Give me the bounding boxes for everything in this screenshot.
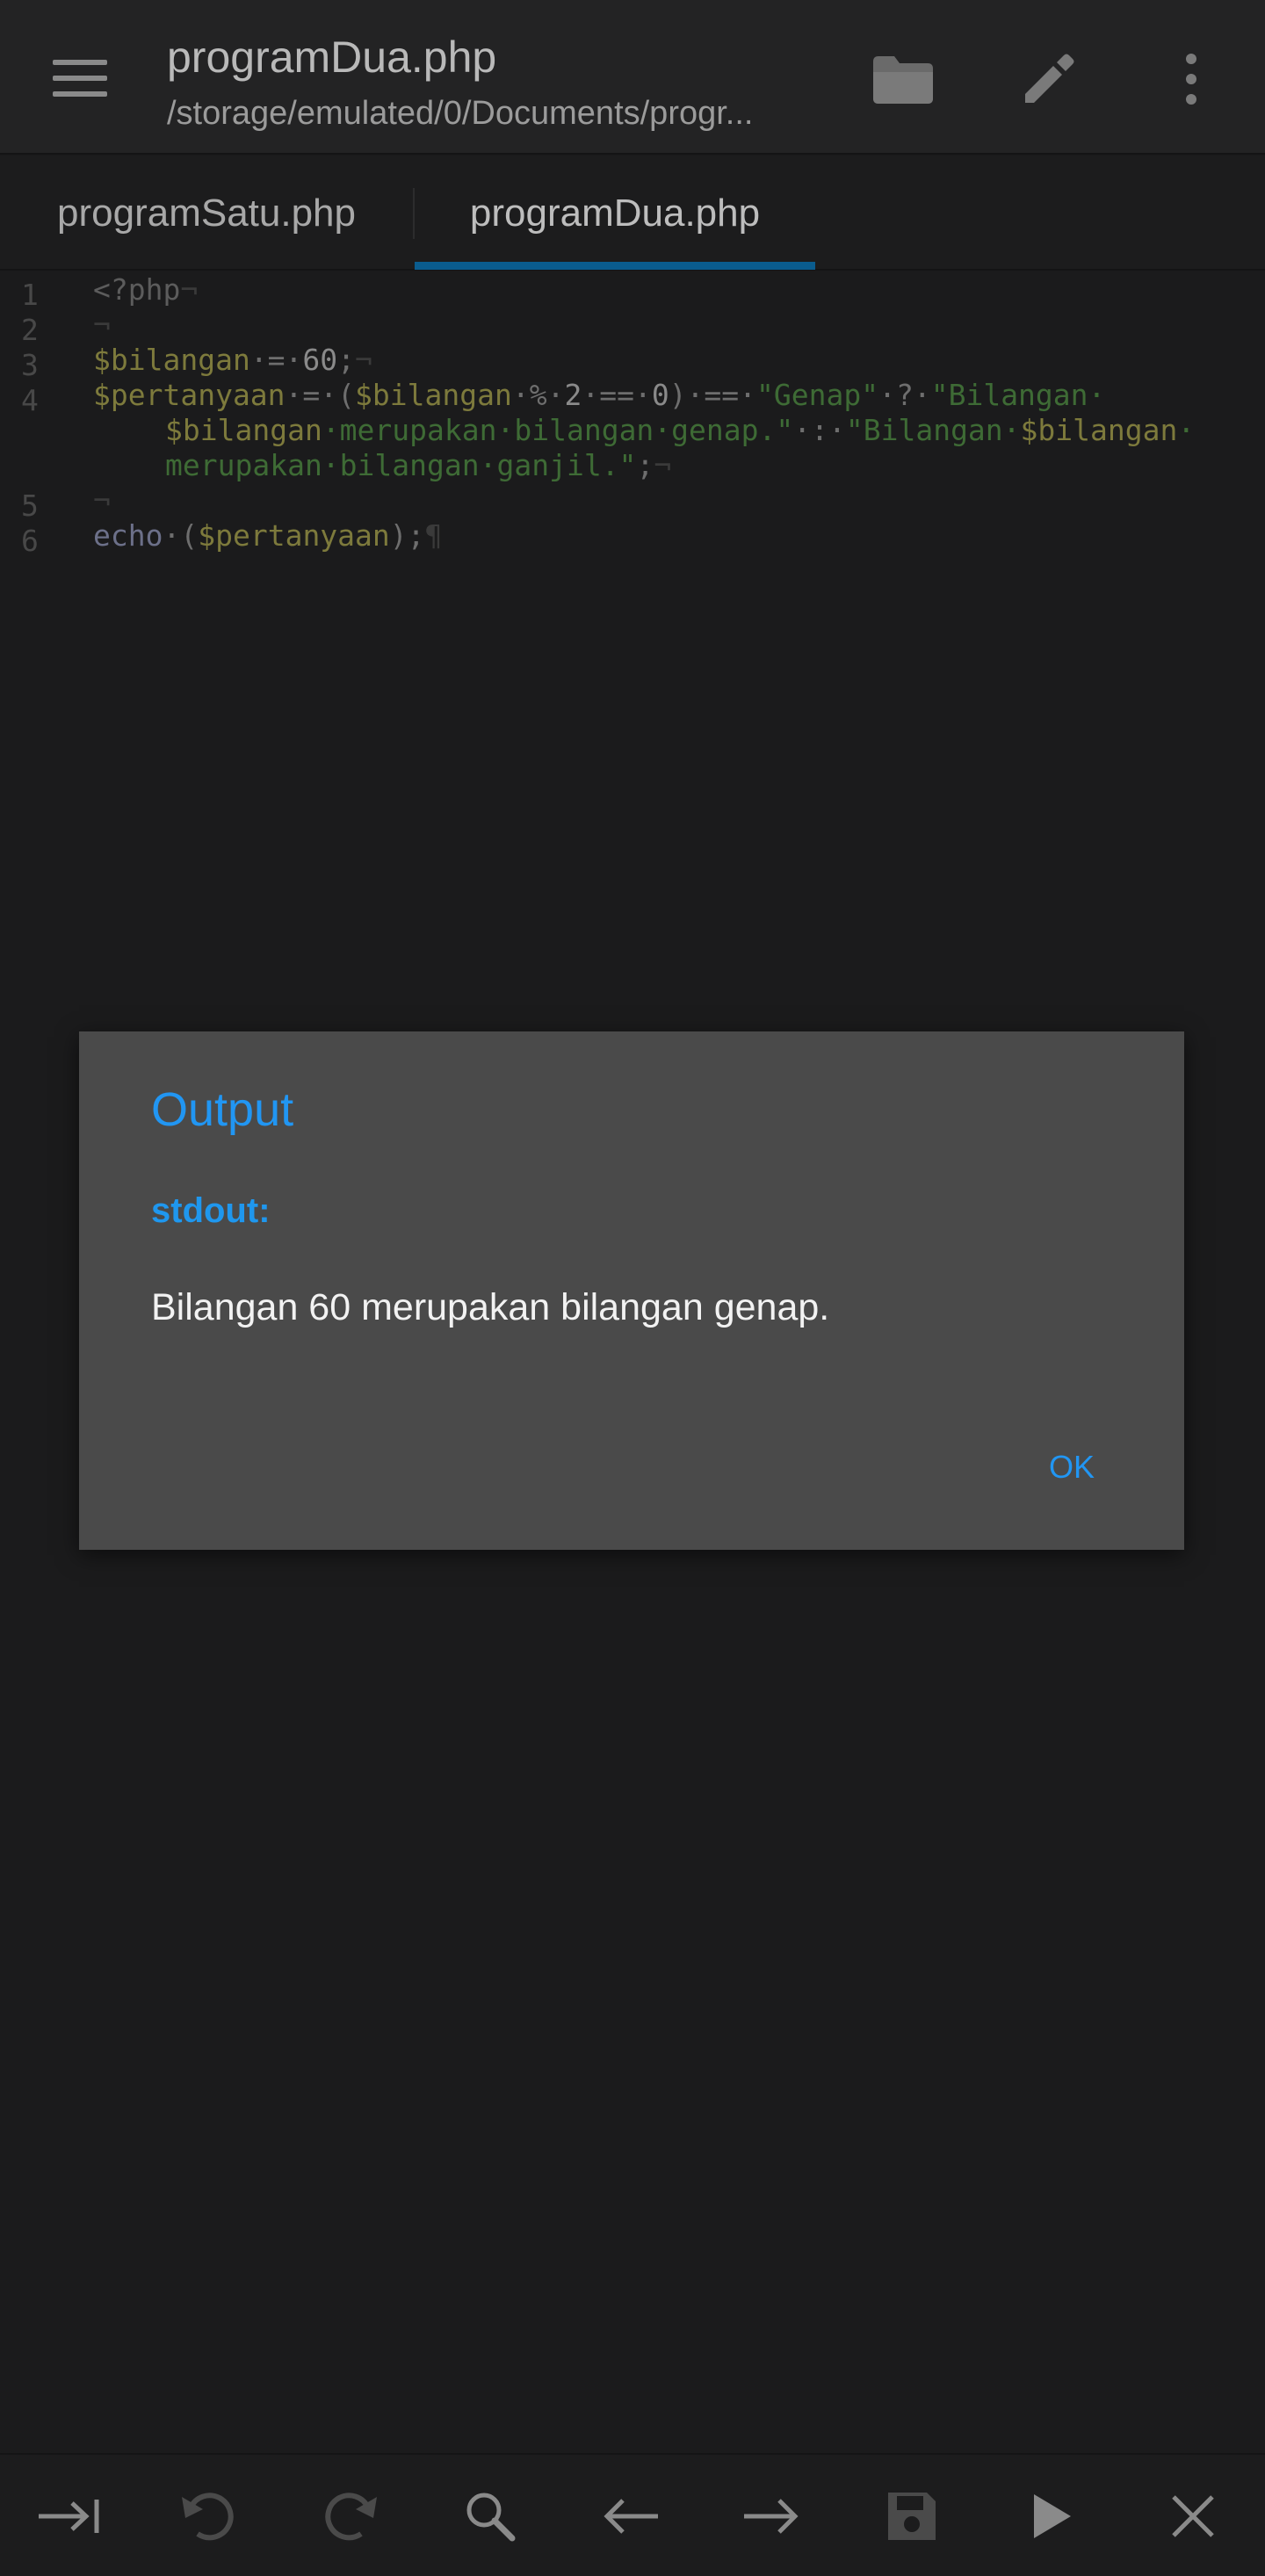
code-line: echo·($pertanyaan);¶ [93, 518, 442, 554]
redo-icon[interactable] [304, 2471, 395, 2562]
indent-icon[interactable] [23, 2471, 114, 2562]
code-keyword: echo [93, 518, 163, 553]
app-bar: programDua.php /storage/emulated/0/Docum… [0, 0, 1265, 155]
eol-mark: ¬ [180, 272, 199, 307]
arrow-right-icon[interactable] [726, 2471, 817, 2562]
eol-mark: ¬ [93, 483, 111, 517]
code-string: "Genap" [756, 378, 879, 412]
file-tabs: programSatu.php programDua.php [0, 156, 1265, 271]
tab-programsatu[interactable]: programSatu.php [0, 156, 413, 271]
eol-mark: ¬ [93, 308, 111, 342]
code-string: "Bilangan· [930, 378, 1106, 412]
code-number: 2 [564, 378, 582, 412]
code-variable: $bilangan [355, 378, 512, 412]
tab-programdua[interactable]: programDua.php [415, 156, 815, 271]
code-line-wrapped: $bilangan·merupakan·bilangan·genap."·:·"… [165, 413, 1195, 448]
code-line-wrapped: merupakan·bilangan·ganjil.";¬ [165, 448, 671, 483]
code-line: ¬ [93, 308, 111, 343]
php-open-tag: <?php [93, 272, 181, 307]
eol-mark: ¬ [355, 343, 372, 377]
ok-button[interactable]: OK [1019, 1432, 1124, 1502]
code-operator: ·%· [511, 378, 565, 412]
line-number: 4 [21, 383, 39, 417]
eol-mark: ¶ [424, 518, 443, 553]
code-punct: ; [337, 343, 356, 377]
code-string: ·merupakan·bilangan·genap." [322, 413, 794, 447]
search-icon[interactable] [445, 2471, 536, 2562]
code-line: $pertanyaan·=·($bilangan·%·2·==·0)·==·"G… [93, 378, 1105, 413]
more-vert-icon[interactable] [1151, 39, 1232, 119]
code-string: "Bilangan· [845, 413, 1021, 447]
run-icon[interactable] [1007, 2471, 1098, 2562]
code-line: $bilangan·=·60;¬ [93, 343, 372, 378]
code-line: ¬ [93, 483, 111, 518]
menu-icon[interactable] [44, 47, 121, 109]
line-number: 1 [21, 278, 39, 312]
save-icon[interactable] [866, 2471, 958, 2562]
line-number: 2 [21, 313, 39, 347]
line-number: 6 [21, 524, 39, 558]
line-number: 5 [21, 488, 39, 523]
code-variable: $bilangan [93, 343, 250, 377]
folder-icon[interactable] [863, 39, 943, 119]
output-dialog: Output stdout: Bilangan 60 merupakan bil… [79, 1031, 1184, 1550]
code-operator: )·==· [669, 378, 757, 412]
stdout-label: stdout: [151, 1191, 271, 1230]
code-variable: $pertanyaan [198, 518, 390, 553]
file-path: /storage/emulated/0/Documents/progr... [167, 95, 754, 132]
code-variable: $bilangan [1020, 413, 1178, 447]
code-punct: ); [389, 518, 425, 553]
bottom-toolbar [0, 2453, 1265, 2576]
file-title: programDua.php [167, 33, 497, 82]
output-message: Bilangan 60 merupakan bilangan genap. [151, 1286, 830, 1328]
code-operator: ·=· [249, 343, 303, 377]
code-punct: ; [636, 448, 654, 482]
code-variable: $pertanyaan [93, 378, 286, 412]
code-string: merupakan·bilangan·ganjil." [165, 448, 637, 482]
code-string: · [1177, 413, 1196, 447]
code-operator: ·:· [793, 413, 846, 447]
line-number: 3 [21, 348, 39, 382]
code-operator: ·==· [582, 378, 652, 412]
arrow-left-icon[interactable] [585, 2471, 676, 2562]
code-number: 0 [651, 378, 669, 412]
dialog-title: Output [151, 1083, 294, 1136]
code-operator: ·=·( [285, 378, 356, 412]
eol-mark: ¬ [654, 448, 672, 482]
code-operator: ·( [163, 518, 199, 553]
code-variable: $bilangan [165, 413, 322, 447]
active-tab-indicator [415, 262, 815, 270]
code-line: <?php¬ [93, 272, 198, 308]
code-operator: ·?· [878, 378, 931, 412]
code-number: 60 [302, 343, 338, 377]
close-icon[interactable] [1147, 2471, 1239, 2562]
edit-icon[interactable] [1007, 39, 1088, 119]
undo-icon[interactable] [163, 2471, 255, 2562]
